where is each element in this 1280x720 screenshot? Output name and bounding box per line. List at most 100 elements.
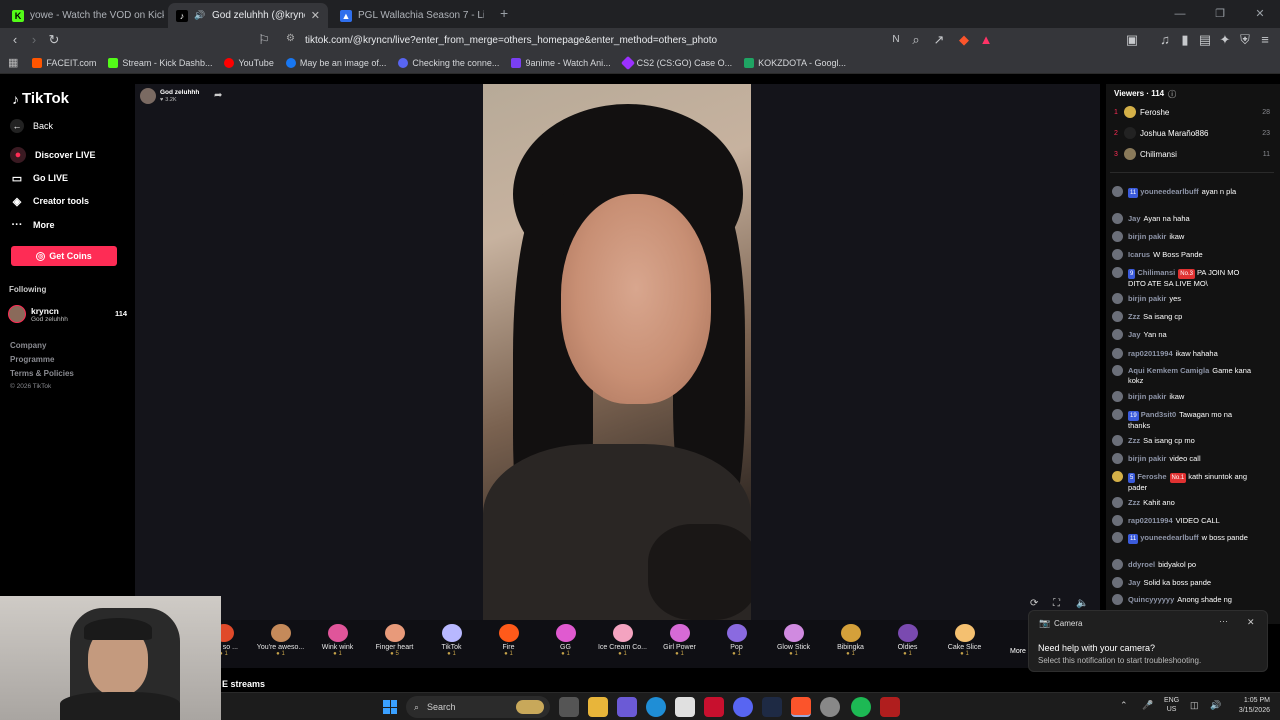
chat-username[interactable]: youneedearlbuff (1140, 187, 1198, 196)
fullscreen-icon[interactable]: ⛶ (1053, 598, 1060, 609)
task-view-icon[interactable] (559, 697, 579, 717)
footer-terms-link[interactable]: Terms & Policies (10, 369, 74, 378)
bookmark-item[interactable]: YouTube (224, 57, 274, 68)
language-indicator[interactable]: ENG US (1164, 696, 1179, 714)
wallet-icon[interactable]: ▤ (1195, 28, 1215, 52)
sidebar-icon[interactable]: ▣ (1122, 28, 1142, 52)
gift-item[interactable]: GG ● 1 (537, 620, 594, 668)
bookmark-item[interactable]: 9anime - Watch Ani... (511, 57, 611, 68)
spotify-icon[interactable] (851, 697, 871, 717)
gift-item[interactable]: Fire ● 1 (480, 620, 537, 668)
gift-item[interactable]: Finger heart ● 5 (366, 620, 423, 668)
gift-item[interactable]: Wink wink ● 1 (309, 620, 366, 668)
chat-username[interactable]: Icarus (1128, 250, 1150, 259)
chevron-up-icon[interactable]: ⌃ (1120, 700, 1128, 711)
nav-creator-tools[interactable]: ◈ Creator tools (10, 192, 89, 210)
get-coins-button[interactable]: ◎ Get Coins (11, 246, 117, 266)
leo-icon[interactable]: ✦ (1215, 28, 1235, 52)
gift-item[interactable]: You're aweso... ● 1 (252, 620, 309, 668)
chat-username[interactable]: Feroshe (1137, 472, 1166, 481)
tab-tiktok[interactable]: ♪ 🔊 God zeluhhh (@kryncn) is LIV ✕ (168, 3, 328, 28)
chat-username[interactable]: birjin pakir (1128, 232, 1166, 241)
footer-programme-link[interactable]: Programme (10, 355, 54, 364)
tab-kick[interactable]: K yowe - Watch the VOD on Kick (4, 3, 164, 28)
chat-username[interactable]: Chilimansi (1137, 268, 1175, 277)
chat-username[interactable]: Zzz (1128, 312, 1140, 321)
copilot-icon[interactable] (617, 697, 637, 717)
bookmark-icon[interactable]: ⚐ (254, 28, 274, 52)
network-icon[interactable]: ◫ (1190, 700, 1199, 711)
gift-item[interactable]: Oldies ● 1 (879, 620, 936, 668)
nav-discover-live[interactable]: ● Discover LIVE (10, 146, 96, 164)
back-button[interactable]: ← Back (10, 117, 53, 135)
taskbar-search[interactable]: ⌕ Search (406, 696, 550, 718)
nav-go-live[interactable]: ▭ Go LIVE (10, 169, 68, 187)
live-video[interactable] (483, 84, 751, 620)
back-arrow-icon[interactable]: ‹ (5, 28, 25, 52)
adobe-icon[interactable] (704, 697, 724, 717)
chat-username[interactable]: Jay (1128, 330, 1141, 339)
panel-icon[interactable]: ▮ (1175, 28, 1195, 52)
more-options-icon[interactable]: ··· (1219, 616, 1228, 626)
chat-username[interactable]: Zzz (1128, 436, 1140, 445)
tiktok-logo[interactable]: ♪ TikTok (12, 90, 69, 107)
chat-username[interactable]: Aqui Kemkem Camigla (1128, 366, 1209, 375)
start-icon[interactable] (380, 697, 400, 717)
microphone-icon[interactable]: 🎤 (1142, 700, 1153, 711)
chat-username[interactable]: birjin pakir (1128, 294, 1166, 303)
file-explorer-icon[interactable] (588, 697, 608, 717)
host-info[interactable]: God zeluhhh ♥ 3.2K (140, 88, 220, 106)
close-icon[interactable]: ✕ (1247, 617, 1255, 628)
footer-company-link[interactable]: Company (10, 341, 46, 350)
discord-icon[interactable] (733, 697, 753, 717)
gift-item[interactable]: Cake Slice ● 1 (936, 620, 993, 668)
share-icon[interactable]: ↗ (929, 28, 949, 52)
bookmark-item[interactable]: CS2 (CS:GO) Case O... (620, 55, 732, 70)
bookmark-item[interactable]: May be an image of... (285, 57, 386, 68)
brave-rewards-icon[interactable]: ▲ (976, 28, 996, 52)
chat-username[interactable]: birjin pakir (1128, 392, 1166, 401)
apps-grid-icon[interactable]: ▦ (8, 56, 18, 69)
viewers-header[interactable]: Viewers · 114 ⓘ (1114, 89, 1176, 100)
chat-username[interactable]: youneedearlbuff (1140, 533, 1198, 542)
chat-username[interactable]: rap02011994 (1128, 349, 1173, 358)
site-info-icon[interactable]: ⚙ (286, 33, 295, 44)
close-window-icon[interactable]: ✕ (1240, 0, 1280, 28)
menu-icon[interactable]: ≡ (1255, 28, 1275, 52)
speaker-icon[interactable]: 🔊 (194, 10, 206, 22)
gift-item[interactable]: Ice Cream Co... ● 1 (594, 620, 651, 668)
chat-username[interactable]: Pand3sit0 (1141, 410, 1176, 419)
top-viewer-row[interactable]: 3 Chilimansi 11 (1114, 148, 1270, 160)
bookmark-item[interactable]: Stream - Kick Dashb... (108, 57, 212, 68)
forward-arrow-icon[interactable]: › (24, 28, 44, 52)
brave-icon[interactable] (791, 697, 811, 717)
clock[interactable]: 1:05 PM 3/15/2026 (1226, 696, 1270, 716)
chat-username[interactable]: birjin pakir (1128, 454, 1166, 463)
gift-item[interactable]: Bibingka ● 1 (822, 620, 879, 668)
app-icon[interactable] (880, 697, 900, 717)
close-tab-icon[interactable]: ✕ (311, 9, 320, 22)
gift-item[interactable]: Glow Stick ● 1 (765, 620, 822, 668)
chat-username[interactable]: rap02011994 (1128, 516, 1173, 525)
reload-icon[interactable]: ↻ (44, 28, 64, 52)
volume-icon[interactable]: 🔊 (1210, 700, 1221, 711)
bookmark-item[interactable]: KOKZDOTA - Googl... (744, 57, 846, 68)
store-icon[interactable] (675, 697, 695, 717)
chat-username[interactable]: Quincyyyyyy (1128, 595, 1174, 604)
minimize-icon[interactable]: — (1160, 0, 1200, 28)
following-item-kryncn[interactable]: kryncn God zeluhhh 114 (8, 305, 128, 325)
gift-item[interactable]: TikTok ● 1 (423, 620, 480, 668)
refresh-icon[interactable]: ⟳ (1030, 598, 1038, 609)
edge-icon[interactable] (646, 697, 666, 717)
music-icon[interactable]: ♫ (1155, 28, 1175, 52)
nav-more[interactable]: ··· More (10, 216, 55, 234)
obs-icon[interactable] (820, 697, 840, 717)
top-viewer-row[interactable]: 2 Joshua Maraño886 23 (1114, 127, 1270, 139)
brave-shields-icon[interactable]: ◆ (954, 28, 974, 52)
chat-username[interactable]: Jay (1128, 578, 1141, 587)
bookmark-item[interactable]: FACEIT.com (32, 57, 96, 68)
new-tab-button[interactable]: + (500, 5, 508, 21)
vpn-icon[interactable]: ⛨ (1235, 28, 1255, 52)
bookmark-item[interactable]: Checking the conne... (398, 57, 499, 68)
gifts-more-button[interactable]: More (1010, 648, 1026, 655)
